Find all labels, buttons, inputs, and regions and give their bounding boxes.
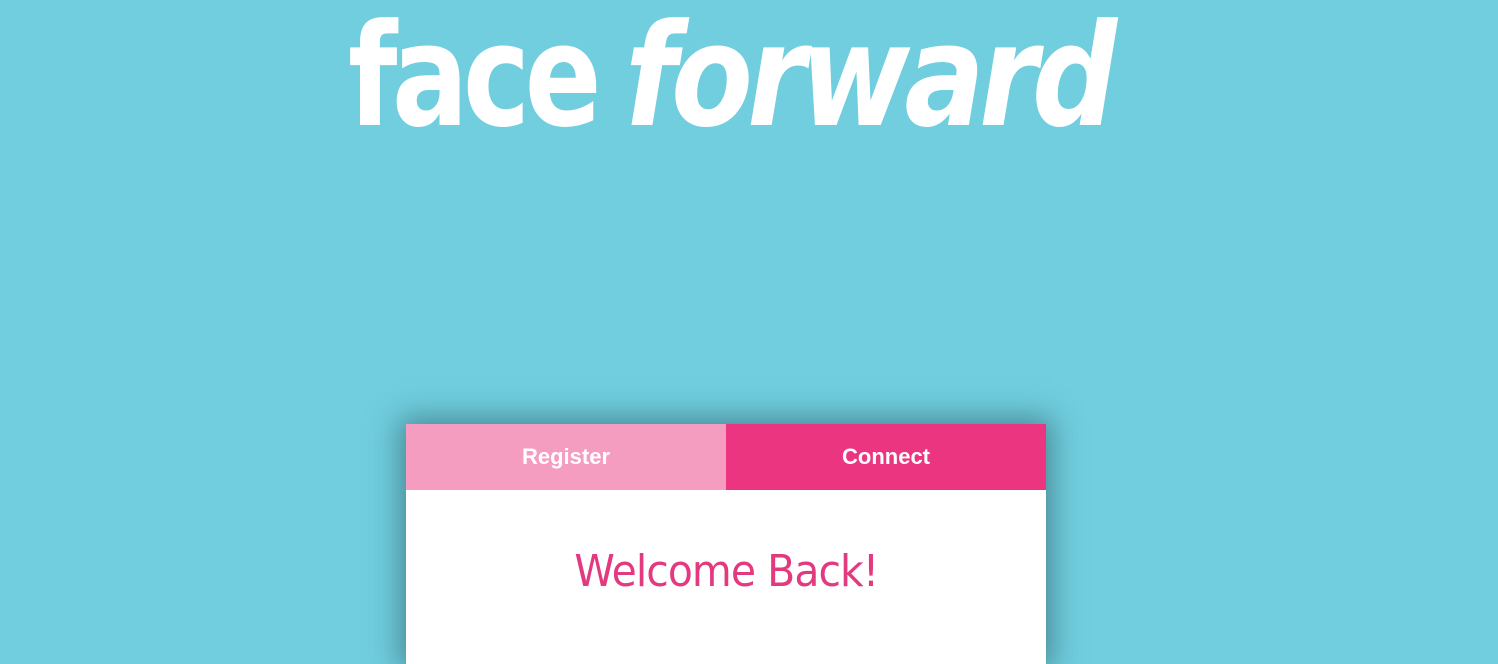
tab-connect[interactable]: Connect xyxy=(726,424,1046,490)
logo-forward-text: forward xyxy=(625,0,1117,159)
card-body: Welcome Back! xyxy=(406,490,1046,600)
logo-face-text: face xyxy=(348,0,602,159)
face-forward-logo: face forward xyxy=(348,2,1128,152)
welcome-heading: Welcome Back! xyxy=(574,546,879,597)
auth-tabs: Register Connect xyxy=(406,424,1046,490)
auth-card: Register Connect Welcome Back! xyxy=(406,424,1046,664)
tab-register[interactable]: Register xyxy=(406,424,726,490)
